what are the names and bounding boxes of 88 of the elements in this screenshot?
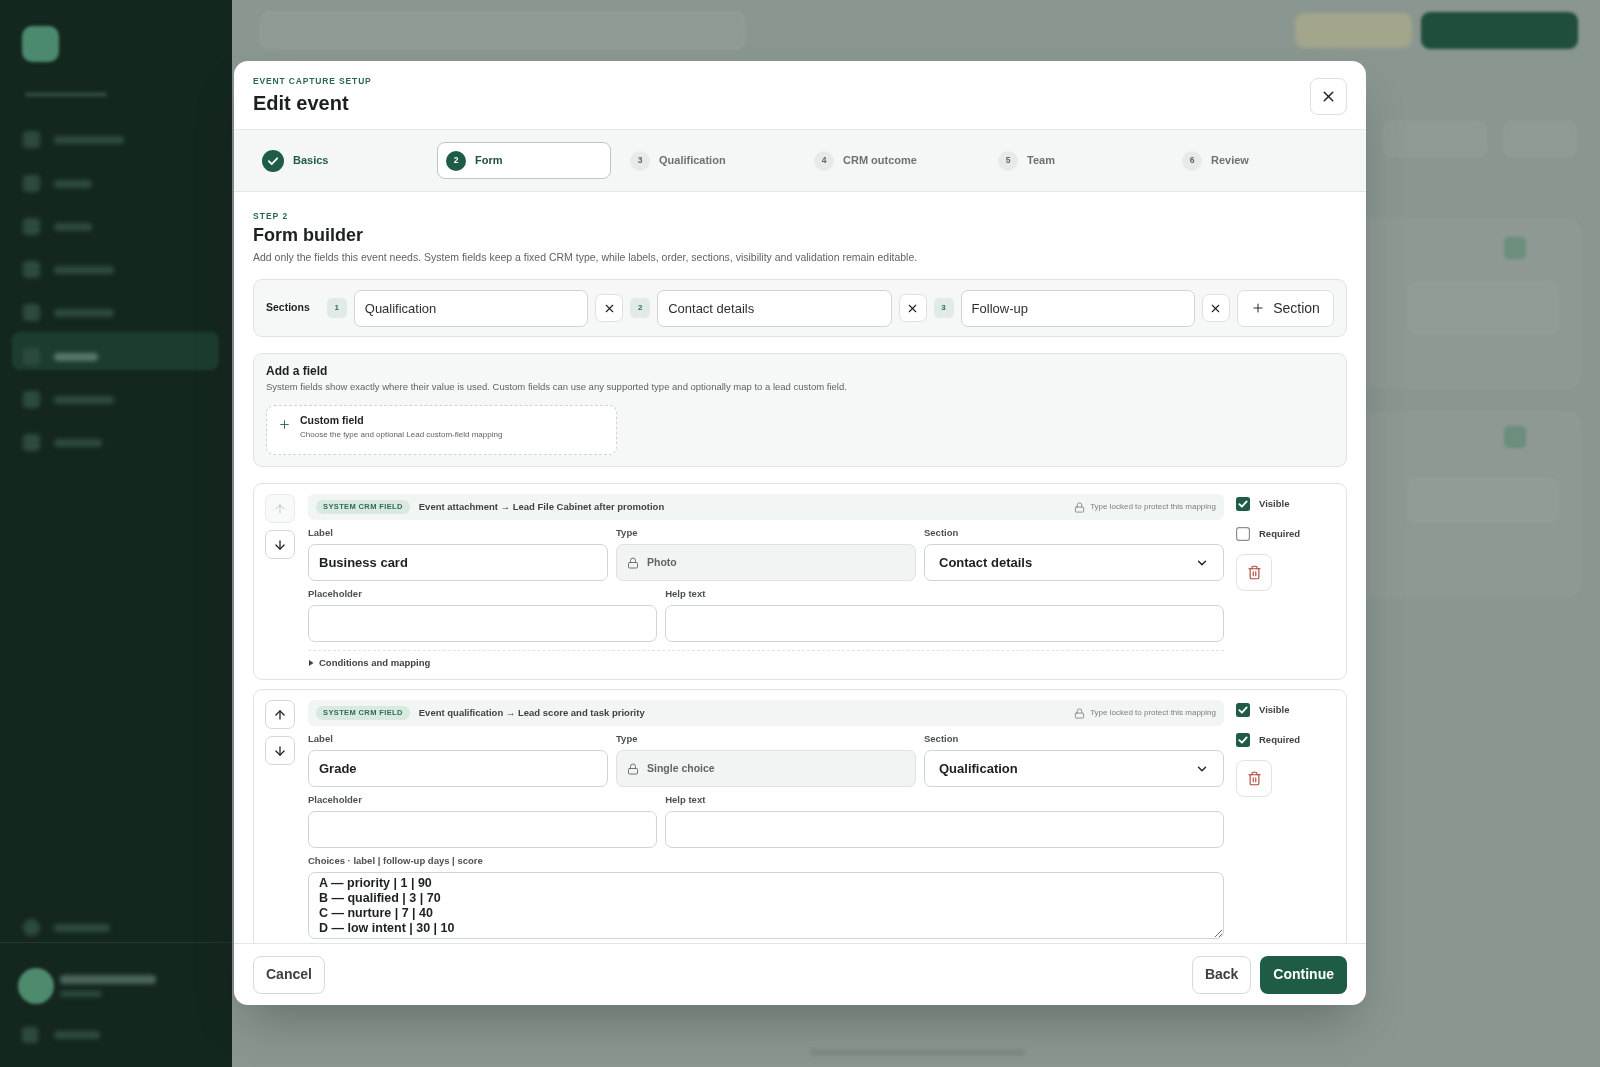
step-eyebrow: STEP 2	[253, 211, 289, 222]
option-title: Custom field	[300, 414, 364, 427]
section-name-input[interactable]: Follow-up	[960, 289, 1195, 327]
field-label: Help text	[665, 794, 706, 806]
field-label: Label	[308, 527, 333, 539]
field-label: Section	[924, 527, 959, 539]
section-select[interactable]: Qualification	[924, 750, 1224, 787]
help-text-input[interactable]	[665, 811, 1224, 848]
step-number: 6	[1182, 150, 1202, 171]
add-field-description: System fields show exactly where their value is used. Custom fields can use any supported type and optionally map to a lead custom field.	[266, 381, 847, 393]
delete-button[interactable]	[1236, 759, 1272, 797]
custom-field-option[interactable]: Custom field Choose the type and optional Lead custom-field mapping	[266, 405, 617, 455]
cancel-button[interactable]: Cancel	[253, 955, 325, 994]
field-mapping: Event qualification → Lead score and task priority	[418, 705, 645, 720]
option-description: Choose the type and optional Lead custom-field mapping	[300, 429, 503, 440]
checkbox[interactable]	[1236, 733, 1250, 748]
close-button[interactable]	[1310, 78, 1347, 115]
field-label: Type	[616, 733, 638, 745]
section-name-input[interactable]: Contact details	[657, 289, 892, 327]
lock-note: Type locked to protect this mapping	[1090, 501, 1216, 513]
field-label: Placeholder	[308, 794, 362, 806]
lock-note: Type locked to protect this mapping	[1090, 707, 1216, 719]
step-number: 2	[446, 150, 466, 171]
step-tab[interactable]: 3 Qualification	[621, 142, 795, 179]
add-field-title: Add a field	[266, 364, 328, 378]
section-number: 3	[933, 298, 954, 318]
lock-icon	[627, 762, 639, 775]
plus-icon	[1251, 301, 1266, 315]
plus-icon	[278, 418, 291, 431]
section-select[interactable]: Contact details	[924, 544, 1224, 581]
remove-section-button[interactable]	[898, 294, 927, 322]
remove-section-button[interactable]	[1202, 294, 1230, 322]
section-number: 2	[630, 298, 651, 318]
label-input[interactable]: Grade	[308, 750, 608, 787]
type-value: Single choice	[647, 760, 715, 776]
section-number: 1	[326, 298, 347, 318]
continue-button[interactable]: Continue	[1260, 955, 1347, 994]
section-description: Add only the fields this event needs. System fields keep a fixed CRM type, while labels, order, sections, visibility and validation remain editable.	[253, 250, 918, 264]
arrow-down-icon	[273, 743, 287, 758]
dialog-eyebrow: EVENT CAPTURE SETUP	[253, 76, 372, 87]
step-tab[interactable]: 2 Form	[437, 142, 611, 179]
type-value: Photo	[647, 554, 677, 570]
arrow-up-icon	[273, 707, 287, 722]
move-down-button[interactable]	[265, 530, 295, 559]
placeholder-input[interactable]	[308, 811, 658, 848]
section-name-input[interactable]: Qualification	[353, 289, 589, 327]
checkbox[interactable]	[1236, 703, 1250, 718]
placeholder-input[interactable]	[308, 605, 658, 642]
move-up-button[interactable]	[265, 700, 295, 729]
trash-icon	[1246, 770, 1262, 786]
step-tab[interactable]: 4 CRM outcome	[805, 142, 979, 179]
checkbox-label: Required	[1259, 733, 1301, 748]
field-mapping: Event attachment → Lead File Cabinet after promotion	[418, 499, 665, 514]
field-label: Type	[616, 527, 638, 539]
step-tab[interactable]: 6 Review	[1173, 142, 1347, 179]
arrow-down-icon	[273, 537, 287, 552]
field-label: Label	[308, 733, 333, 745]
step-number: 5	[998, 150, 1018, 171]
label-input[interactable]: Business card	[308, 544, 608, 581]
lock-icon	[1074, 501, 1086, 513]
lock-icon	[1074, 707, 1086, 719]
field-label: Section	[924, 733, 959, 745]
checkbox-label: Visible	[1259, 703, 1290, 717]
trash-icon	[1246, 564, 1262, 580]
back-button[interactable]: Back	[1191, 955, 1252, 994]
checkbox-label: Visible	[1259, 497, 1290, 511]
step-number: 4	[814, 150, 834, 171]
add-section-button[interactable]: Section	[1237, 289, 1334, 327]
step-tab[interactable]: 5 Team	[989, 142, 1163, 179]
conditions-toggle[interactable]: Conditions and mapping	[308, 657, 431, 669]
step-number: 3	[630, 150, 650, 171]
choices-textarea[interactable]: A — priority | 1 | 90 B — qualified | 3 | 70 C — nurture | 7 | 40 D — low intent | 30 | 10	[308, 872, 1224, 939]
field-label: Placeholder	[308, 588, 362, 600]
dialog-title: Edit event	[253, 91, 349, 115]
checkbox-label: Required	[1259, 527, 1301, 542]
lock-icon	[627, 556, 639, 569]
remove-section-button[interactable]	[595, 294, 624, 322]
delete-button[interactable]	[1236, 553, 1272, 591]
help-text-input[interactable]	[665, 605, 1224, 642]
sections-label: Sections	[266, 300, 310, 316]
checkbox[interactable]	[1236, 527, 1250, 542]
field-label: Help text	[665, 588, 706, 600]
section-title: Form builder	[253, 224, 363, 246]
field-label: Choices · label | follow-up days | score	[308, 855, 483, 867]
step-tab[interactable]: Basics	[253, 142, 427, 179]
move-down-button[interactable]	[265, 736, 295, 765]
arrow-up-icon	[273, 501, 287, 516]
checkbox[interactable]	[1236, 497, 1250, 512]
